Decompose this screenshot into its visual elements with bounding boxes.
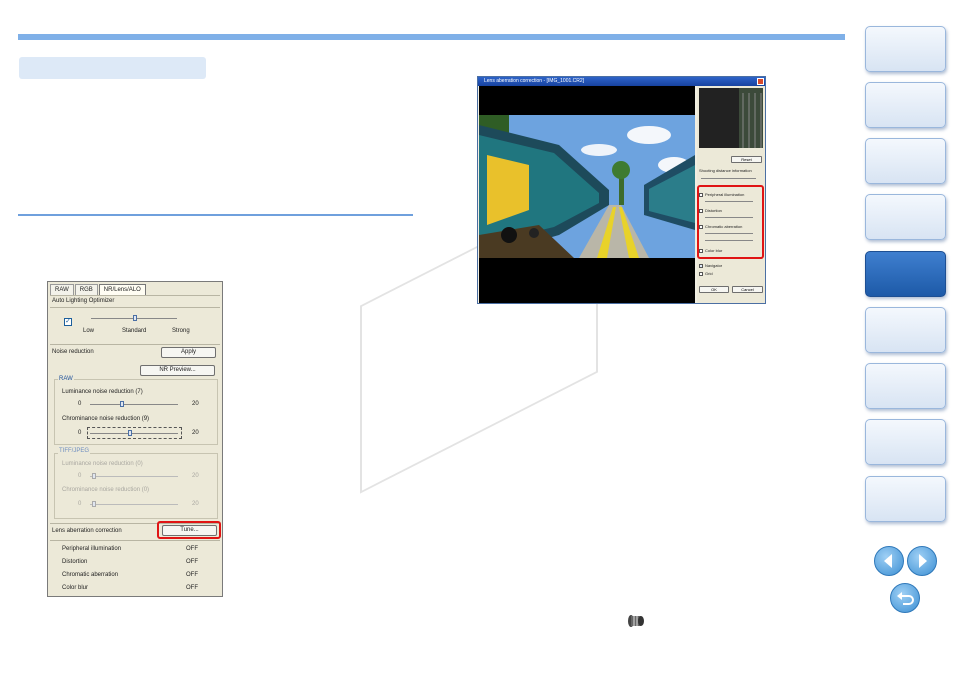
next-page-button[interactable] [907,546,937,576]
nav-tab-4[interactable] [865,194,946,240]
apply-button[interactable]: Apply [161,347,216,358]
nav-tab-5-active[interactable] [865,251,946,297]
tiff-chrominance-slider [90,504,178,505]
raw-chrominance-label: Chrominance noise reduction (9) [62,416,150,422]
aberration-value-color-blur: OFF [186,585,198,591]
lens-aberration-label: Lens aberration correction [52,528,122,534]
raw-luminance-slider[interactable] [90,404,178,405]
tune-highlight [157,521,221,539]
alo-divider [50,307,220,308]
tiff-group-title: TIFF/JPEG [58,448,90,454]
tiff-luminance-knob [92,473,96,479]
aberration-value-distortion: OFF [186,559,198,565]
tiff-luminance-min: 0 [78,473,82,479]
nav-tab-9[interactable] [865,476,946,522]
raw-luminance-label: Luminance noise reduction (7) [62,389,143,395]
alo-slider-knob[interactable] [133,315,137,321]
section-pill [19,57,206,79]
tiff-luminance-label: Luminance noise reduction (0) [62,461,143,467]
return-button[interactable] [890,583,920,613]
distance-slider[interactable] [701,178,756,179]
tool-palette-screenshot: RAW RGB NR/Lens/ALO Auto Lighting Optimi… [47,281,223,597]
raw-chrominance-max: 20 [192,430,199,436]
prev-page-button[interactable] [874,546,904,576]
lens-icon [628,615,644,627]
reset-button[interactable]: Reset [731,156,762,163]
tiff-chrominance-max: 20 [192,501,199,507]
navigator-label: Navigator [705,263,723,268]
raw-luminance-max: 20 [192,401,199,407]
tab-raw[interactable]: RAW [50,284,74,295]
tiff-chrominance-label: Chrominance noise reduction (0) [62,487,150,493]
alo-title: Auto Lighting Optimizer [52,298,115,304]
options-highlight [697,185,764,259]
aberration-name-color-blur: Color blur [62,585,89,591]
tab-divider [50,295,220,296]
raw-luminance-knob[interactable] [120,401,124,407]
raw-group-title: RAW [58,376,74,382]
tab-rgb[interactable]: RGB [74,284,98,295]
tiff-luminance-slider [90,476,178,477]
nr-preview-button[interactable]: NR Preview... [140,365,215,376]
nav-tab-1[interactable] [865,26,946,72]
raw-luminance-min: 0 [78,401,82,407]
navigator-checkbox[interactable] [699,264,703,268]
raw-chrominance-min: 0 [78,430,82,436]
aberration-name-peripheral: Peripheral illumination [62,546,122,552]
nav-tab-2[interactable] [865,82,946,128]
nav-tab-8[interactable] [865,419,946,465]
grid-label: Grid [705,271,713,276]
nav-tab-7[interactable] [865,363,946,409]
alo-level-standard: Standard [122,328,147,334]
tiff-luminance-max: 20 [192,473,199,479]
tiff-chrominance-knob [92,501,96,507]
train-photo [479,115,695,258]
raw-chrominance-knob[interactable] [128,430,132,436]
tiff-chrominance-min: 0 [78,501,82,507]
alo-level-low: Low [83,328,95,334]
alo-level-strong: Strong [172,328,190,334]
lens-items-divider [50,540,220,541]
header-rule [18,34,845,40]
nav-tab-6[interactable] [865,307,946,353]
return-icon [897,592,914,605]
navigator-thumbnail [699,88,763,148]
raw-chrominance-slider[interactable] [90,433,178,434]
left-arrow-icon [884,554,892,568]
right-arrow-icon [919,554,927,568]
palette-tabs: RAW RGB NR/Lens/ALO [50,284,147,295]
cancel-button[interactable]: Cancel [732,286,763,293]
aberration-value-chromatic: OFF [186,572,198,578]
aberration-name-chromatic: Chromatic aberration [62,572,119,578]
subsection-rule [18,214,413,216]
grid-checkbox[interactable] [699,272,703,276]
tab-nr-lens-alo[interactable]: NR/Lens/ALO [98,284,146,295]
close-icon[interactable] [757,78,764,85]
lens-dialog-screenshot: Lens aberration correction - [IMG_1001.C… [477,76,766,304]
aberration-value-peripheral: OFF [186,546,198,552]
dialog-title: Lens aberration correction - [IMG_1001.C… [478,77,765,86]
ok-button[interactable]: OK [699,286,729,293]
shooting-distance-label: Shooting distance information [699,168,752,173]
dialog-controls: Reset Shooting distance information Peri… [697,86,765,303]
nav-tab-3[interactable] [865,138,946,184]
aberration-name-distortion: Distortion [62,559,88,565]
alo-checkbox[interactable]: ✓ [64,318,72,326]
nr-divider [50,344,220,345]
noise-reduction-label: Noise reduction [52,349,94,355]
